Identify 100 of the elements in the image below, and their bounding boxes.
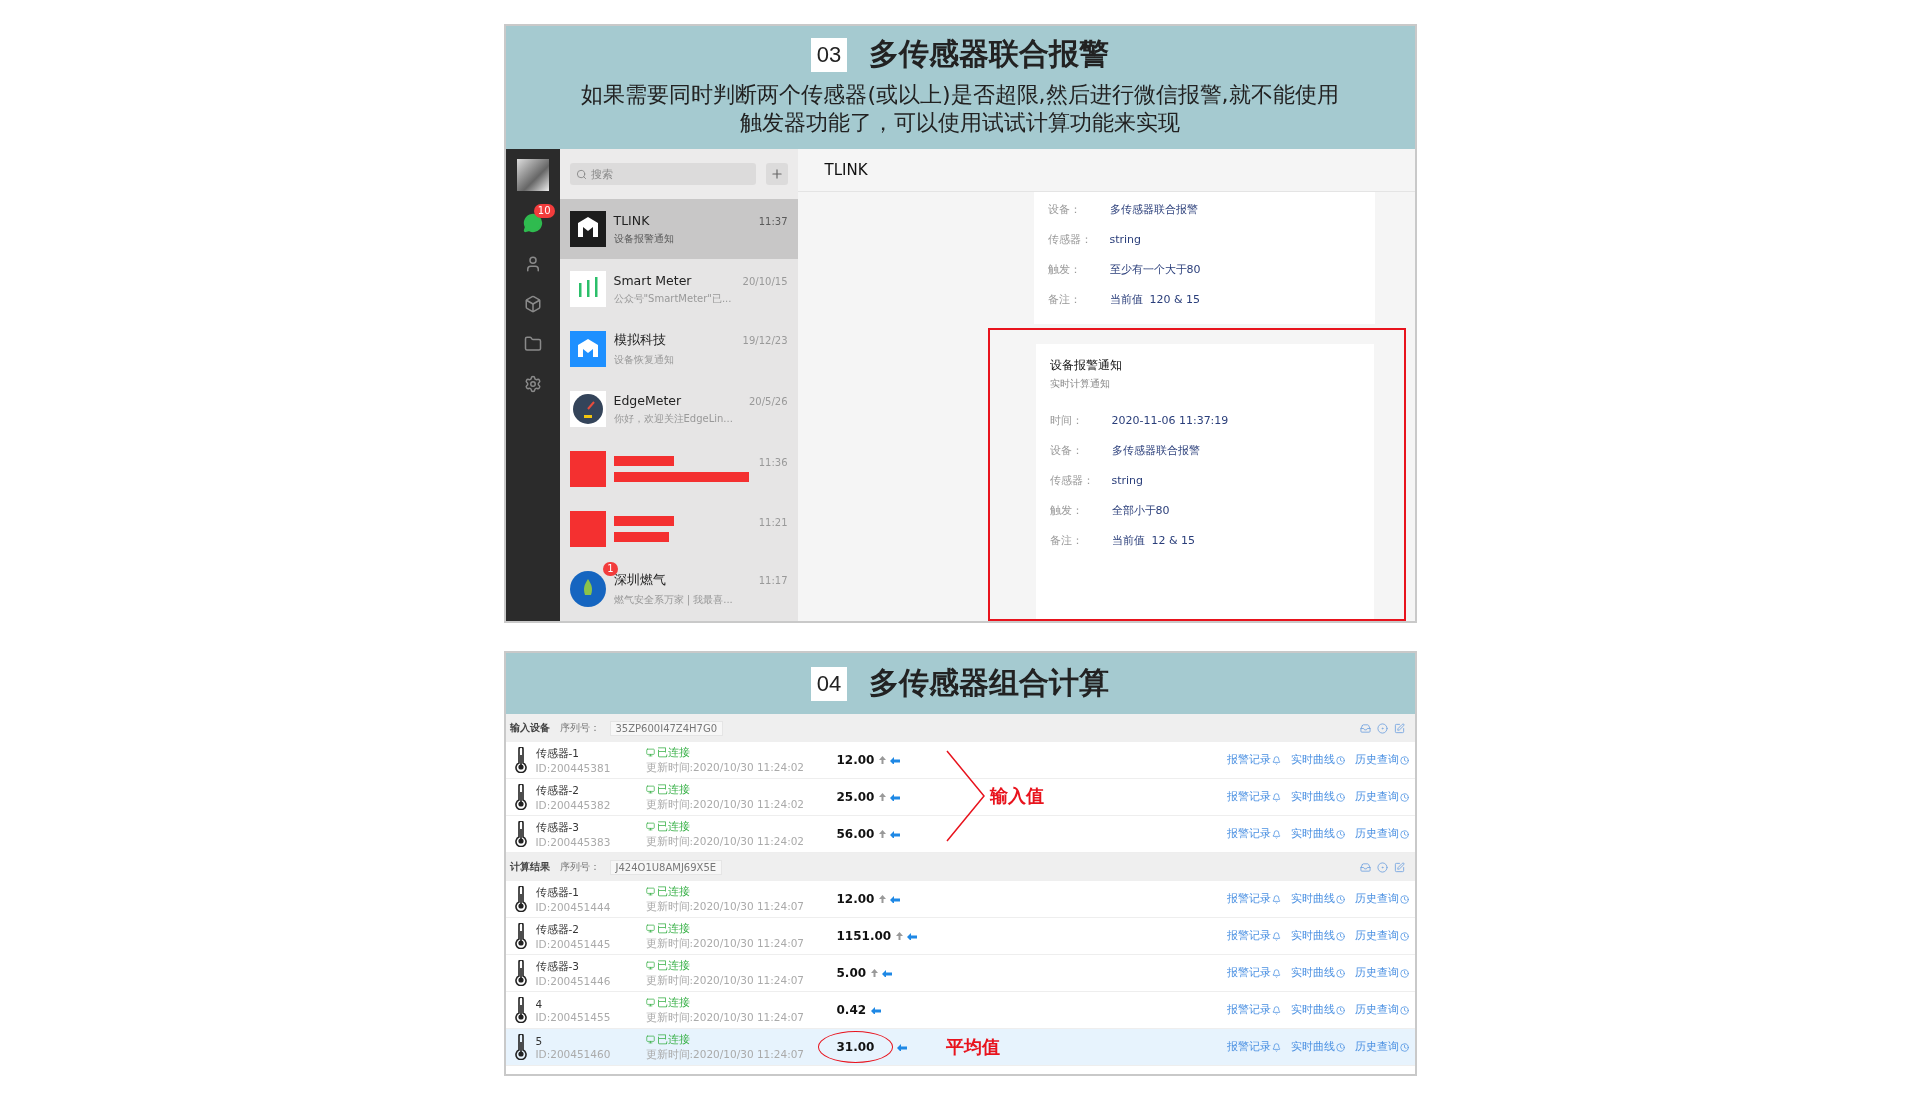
clock-icon xyxy=(1399,968,1409,978)
clock-icon xyxy=(1335,792,1345,802)
chat-icon[interactable] xyxy=(522,213,543,233)
monitor-icon xyxy=(645,822,655,831)
thermometer-icon xyxy=(514,1034,527,1060)
row-link[interactable]: 报警记录 xyxy=(1226,1040,1281,1054)
reading-value: 56.00 xyxy=(835,826,876,842)
search-field[interactable]: 搜索 xyxy=(569,163,756,185)
monitor-icon xyxy=(645,998,655,1007)
row-link[interactable]: 历史查询 xyxy=(1354,827,1409,841)
return-arrow-icon[interactable] xyxy=(890,895,901,903)
row-link[interactable]: 报警记录 xyxy=(1226,827,1281,841)
field-value: string xyxy=(1111,473,1144,487)
thermometer-icon xyxy=(514,784,527,810)
row-link[interactable]: 历史查询 xyxy=(1354,929,1409,943)
row-link[interactable]: 历史查询 xyxy=(1354,1003,1409,1017)
add-button[interactable] xyxy=(765,163,788,185)
row-link[interactable]: 实时曲线 xyxy=(1290,753,1345,767)
return-arrow-icon[interactable] xyxy=(871,1006,882,1014)
logo-icon xyxy=(569,211,606,247)
conversation-time: 20/10/15 xyxy=(742,275,788,287)
reading-value: 12.00 xyxy=(835,752,876,768)
status-text: 已连接 xyxy=(656,921,690,936)
conversation-item[interactable]: 模拟科技 19/12/23 设备恢复通知 xyxy=(559,319,798,379)
bell-icon xyxy=(1271,894,1281,904)
message-preview: 设备恢复通知 xyxy=(613,352,675,367)
photo-placeholder xyxy=(516,159,549,191)
serial-label: 序列号： xyxy=(559,860,600,874)
row-link[interactable]: 实时曲线 xyxy=(1290,1040,1345,1054)
field-value: 多传感器联合报警 xyxy=(1111,442,1200,458)
update-time: 更新时间:2020/10/30 11:24:02 xyxy=(645,797,806,812)
field-label: 时间： xyxy=(1049,412,1084,428)
annotation-label: 平均值 xyxy=(945,1035,1000,1059)
field-value: string xyxy=(1109,232,1142,246)
row-link[interactable]: 报警记录 xyxy=(1226,1003,1281,1017)
row-link[interactable]: 报警记录 xyxy=(1226,790,1281,804)
folder-icon[interactable] xyxy=(523,335,542,353)
conversation-item[interactable]: 11:21 xyxy=(559,499,798,559)
row-link[interactable]: 实时曲线 xyxy=(1290,966,1345,980)
row-link[interactable]: 实时曲线 xyxy=(1290,827,1345,841)
row-link[interactable]: 实时曲线 xyxy=(1290,1003,1345,1017)
clock-icon xyxy=(1399,1042,1409,1052)
cube-icon[interactable] xyxy=(523,295,542,313)
row-link[interactable]: 实时曲线 xyxy=(1290,892,1345,906)
return-arrow-icon[interactable] xyxy=(882,969,893,977)
conversation-name: Smart Meter xyxy=(613,272,692,288)
row-link[interactable]: 报警记录 xyxy=(1226,966,1281,980)
status-text: 已连接 xyxy=(656,1032,690,1047)
row-link[interactable]: 历史查询 xyxy=(1354,966,1409,980)
row-link[interactable]: 报警记录 xyxy=(1226,753,1281,767)
storage-icon[interactable] xyxy=(1359,722,1371,734)
storage-icon[interactable] xyxy=(1359,861,1371,873)
clock-icon xyxy=(1399,755,1409,765)
row-link[interactable]: 历史查询 xyxy=(1354,892,1409,906)
target-icon[interactable] xyxy=(1376,722,1388,734)
field-label: 设备： xyxy=(1049,442,1084,458)
conversation-item[interactable]: Smart Meter 20/10/15 公众号"SmartMeter"已... xyxy=(559,259,798,319)
update-time: 更新时间:2020/10/30 11:24:07 xyxy=(645,936,806,951)
device-row[interactable]: 5 ID:200451460 已连接 更新时间:2020/10/30 11:24:07 31.00 平均值 报警记录 实时曲线 历史查询 xyxy=(505,1029,1415,1066)
plus-icon xyxy=(769,167,784,181)
bar-chart-icon xyxy=(569,271,606,307)
field-label: 传感器： xyxy=(1047,231,1093,247)
sensor-id: ID:200451446 xyxy=(535,974,612,987)
clock-icon xyxy=(1399,894,1409,904)
row-link[interactable]: 实时曲线 xyxy=(1290,929,1345,943)
conversation-item[interactable]: 11:36 xyxy=(559,439,798,499)
conversation-item[interactable]: 1 深圳燃气 11:17 燃气安全系万家 | 我最喜... xyxy=(559,559,798,619)
settings-icon[interactable] xyxy=(523,375,542,393)
thermometer-icon xyxy=(514,960,527,986)
conversation-item[interactable]: EdgeMeter 20/5/26 你好，欢迎关注EdgeLin... xyxy=(559,379,798,439)
redaction-block xyxy=(569,451,606,487)
conversation-name: EdgeMeter xyxy=(613,392,682,408)
return-arrow-icon[interactable] xyxy=(897,1043,908,1051)
sensor-name: 传感器-2 xyxy=(535,783,580,798)
thermometer-icon xyxy=(514,923,527,949)
row-link[interactable]: 报警记录 xyxy=(1226,892,1281,906)
status-text: 已连接 xyxy=(656,884,690,899)
row-link[interactable]: 历史查询 xyxy=(1354,753,1409,767)
sensor-id: ID:200445383 xyxy=(535,835,612,848)
bell-icon xyxy=(1271,1042,1281,1052)
return-arrow-icon[interactable] xyxy=(907,932,918,940)
row-link[interactable]: 历史查询 xyxy=(1354,1040,1409,1054)
status-text: 已连接 xyxy=(656,745,690,760)
row-link[interactable]: 历史查询 xyxy=(1354,790,1409,804)
conversation-time: 11:17 xyxy=(758,574,788,586)
field-value: 全部小于80 xyxy=(1111,502,1170,518)
conversation-time: 11:37 xyxy=(758,215,788,227)
clock-icon xyxy=(1335,829,1345,839)
return-arrow-icon[interactable] xyxy=(890,830,901,838)
return-arrow-icon[interactable] xyxy=(890,756,901,764)
redaction-block xyxy=(613,456,674,466)
search-placeholder: 搜索 xyxy=(590,166,613,182)
row-link[interactable]: 报警记录 xyxy=(1226,929,1281,943)
flame-icon xyxy=(569,571,606,607)
monitor-icon xyxy=(645,924,655,933)
conversation-item[interactable]: TLINK 11:37 设备报警通知 xyxy=(559,199,798,259)
clock-icon xyxy=(1335,1005,1345,1015)
row-link[interactable]: 实时曲线 xyxy=(1290,790,1345,804)
return-arrow-icon[interactable] xyxy=(890,793,901,801)
target-icon[interactable] xyxy=(1376,861,1388,873)
